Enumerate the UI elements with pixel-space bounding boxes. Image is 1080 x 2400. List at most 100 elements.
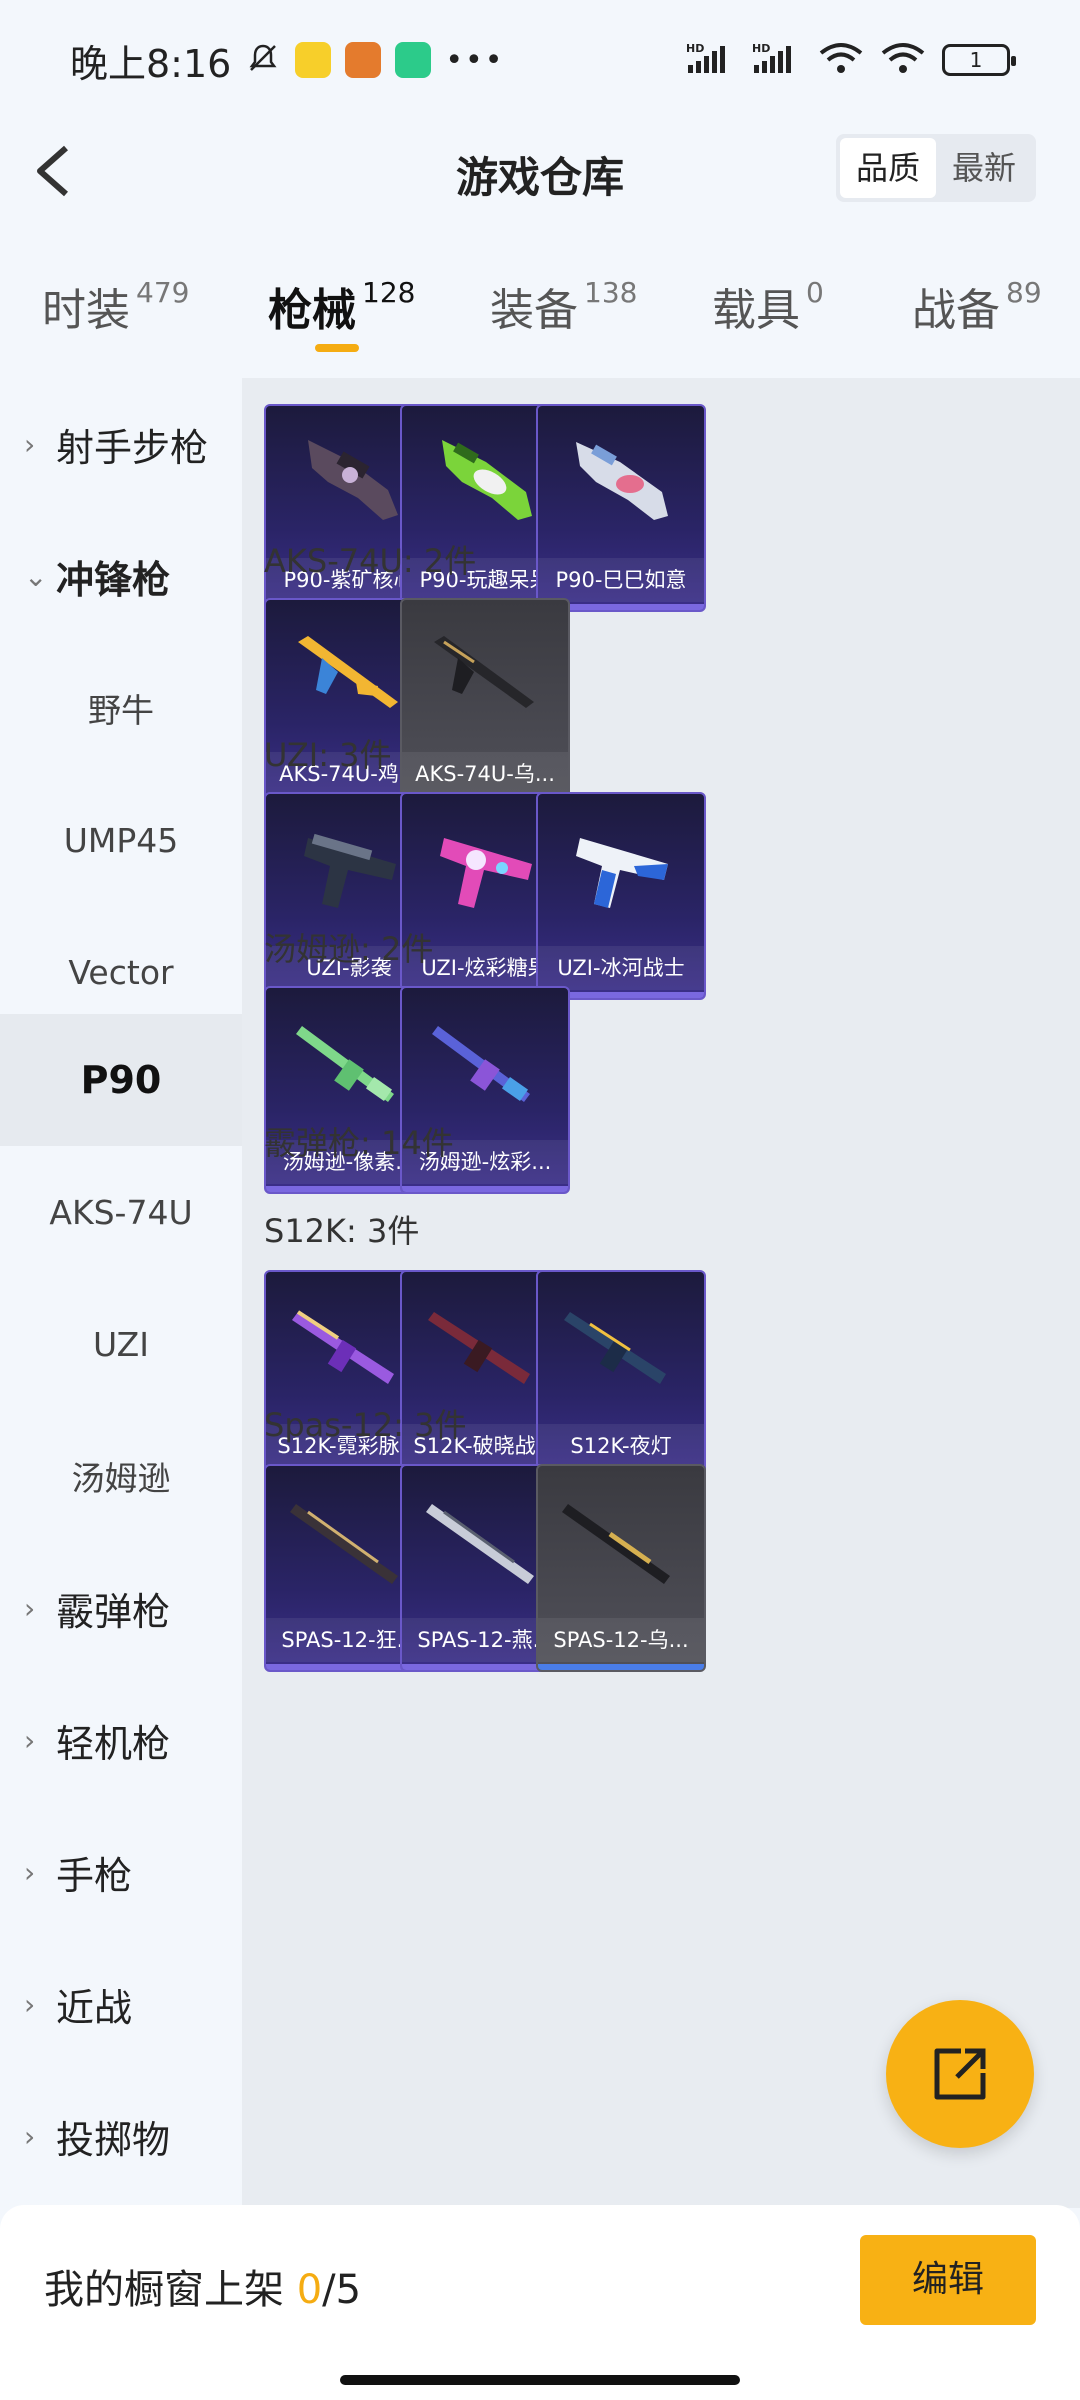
chevron-down-icon: ⌄ <box>24 559 48 593</box>
tab-count: 128 <box>362 276 416 309</box>
weapon-skin-grid: P90-紫矿核心 P90-玩趣呆呆 P90-巳巳如意 AKS-74U: 2件 A… <box>242 378 1080 2208</box>
tab-guns[interactable]: 枪械 128 <box>268 274 415 338</box>
tab-label: 战备 <box>912 285 1000 336</box>
gun-skin-image <box>562 1504 670 1584</box>
svg-text:HD: HD <box>686 42 704 55</box>
sidebar-item-lmg[interactable]: › 轻机枪 <box>0 1674 242 1806</box>
app-notification-icon <box>295 42 332 78</box>
sidebar-item-label: 投掷物 <box>56 2117 171 2162</box>
app-notification-icon <box>345 42 382 78</box>
skin-name: AKS-74U-乌... <box>402 752 568 796</box>
share-icon <box>934 2048 986 2100</box>
tab-count: 479 <box>136 276 190 309</box>
chevron-right-icon: › <box>24 427 36 461</box>
sidebar-item-label: P90 <box>80 1058 162 1102</box>
section-title: AKS-74U: 2件 <box>264 542 477 580</box>
gun-skin-image <box>564 1312 666 1384</box>
tab-count: 138 <box>584 276 638 309</box>
section-title: UZI: 3件 <box>264 736 392 774</box>
section-title: 汤姆逊: 2件 <box>264 930 434 968</box>
skin-card[interactable]: SPAS-12-乌... <box>536 1464 706 1672</box>
sort-toggle: 品质 最新 <box>835 134 1036 202</box>
skin-name: S12K-夜灯 <box>538 1424 704 1468</box>
gun-skin-image <box>434 636 534 708</box>
sort-quality-button[interactable]: 品质 <box>839 138 936 198</box>
signal-icon: HD <box>686 41 736 79</box>
skin-name: SPAS-12-乌... <box>538 1618 704 1662</box>
sidebar-subitem-ump45[interactable]: UMP45 <box>0 774 242 906</box>
sidebar-item-shotgun[interactable]: › 霰弹枪 <box>0 1542 242 1674</box>
bottom-bar: 我的橱窗上架 0/5 编辑 <box>0 2205 1080 2400</box>
tab-label: 装备 <box>490 285 578 336</box>
chevron-right-icon: › <box>24 1855 36 1889</box>
gun-skin-image <box>576 838 668 908</box>
active-tab-indicator <box>315 344 359 352</box>
sidebar-subitem-p90[interactable]: P90 <box>0 1014 242 1146</box>
sidebar-subitem-bizon[interactable]: 野牛 <box>0 642 242 774</box>
edit-button[interactable]: 编辑 <box>860 2235 1036 2325</box>
sidebar-item-label: 手枪 <box>56 1853 133 1898</box>
sidebar-item-label: 射手步枪 <box>56 425 209 470</box>
sidebar-subitem-aks74u[interactable]: AKS-74U <box>0 1146 242 1278</box>
sidebar-item-smg[interactable]: ⌄ 冲锋枪 <box>0 510 242 642</box>
sidebar-subitem-thompson[interactable]: 汤姆逊 <box>0 1410 242 1542</box>
sidebar-item-label: UMP45 <box>63 820 179 860</box>
skin-name: P90-巳巳如意 <box>538 558 704 602</box>
sidebar-item-marksman-rifle[interactable]: › 射手步枪 <box>0 378 242 510</box>
shield-app-icon <box>395 42 432 78</box>
gun-skin-image <box>576 442 668 520</box>
tab-count: 89 <box>1006 276 1042 309</box>
sidebar-subitem-uzi[interactable]: UZI <box>0 1278 242 1410</box>
tab-label: 枪械 <box>268 285 356 336</box>
skin-card[interactable]: P90-巳巳如意 <box>536 404 706 612</box>
sidebar-item-label: AKS-74U <box>49 1192 193 1232</box>
tab-outfits[interactable]: 时装 479 <box>42 274 189 338</box>
showcase-label: 我的橱窗上架 <box>44 2267 297 2313</box>
mute-icon <box>245 40 281 80</box>
chevron-right-icon: › <box>24 1723 36 1757</box>
section-title: S12K: 3件 <box>264 1212 420 1250</box>
home-indicator[interactable] <box>340 2375 740 2385</box>
chevron-right-icon: › <box>24 2119 36 2153</box>
more-notifications-icon: ••• <box>445 42 505 78</box>
tab-vehicles[interactable]: 载具 0 <box>712 274 824 338</box>
tab-label: 载具 <box>712 285 800 336</box>
sidebar-item-label: 汤姆逊 <box>71 1459 171 1498</box>
sidebar-item-label: 轻机枪 <box>56 1721 171 1766</box>
skin-card[interactable]: AKS-74U-乌... <box>400 598 570 806</box>
tab-equipment[interactable]: 装备 138 <box>490 274 637 338</box>
skin-card[interactable]: S12K-夜灯 <box>536 1270 706 1478</box>
header: 游戏仓库 品质 最新 <box>0 120 1080 220</box>
sidebar-item-label: 冲锋枪 <box>56 557 171 602</box>
status-bar: 晚上8:16 ••• HD HD 1 <box>0 0 1080 120</box>
wifi-icon <box>880 41 926 79</box>
showcase-total: /5 <box>322 2267 362 2313</box>
weapon-sidebar: › 射手步枪 ⌄ 冲锋枪 野牛 UMP45 Vector P90 AKS-74U… <box>0 378 242 2198</box>
section-title: 霰弹枪: 14件 <box>264 1124 454 1162</box>
showcase-status: 我的橱窗上架 0/5 <box>44 2257 361 2315</box>
sort-newest-button[interactable]: 最新 <box>936 138 1032 198</box>
section-title: Spas-12: 3件 <box>264 1406 467 1444</box>
category-tabs: 时装 479 枪械 128 装备 138 载具 0 战备 89 <box>0 258 1080 358</box>
sidebar-item-label: UZI <box>93 1324 149 1364</box>
chevron-right-icon: › <box>24 1591 36 1625</box>
status-time: 晚上8:16 <box>70 41 232 86</box>
sidebar-item-label: 近战 <box>56 1985 133 2030</box>
chevron-right-icon: › <box>24 1987 36 2021</box>
skin-name: UZI-冰河战士 <box>538 946 704 990</box>
sidebar-item-pistol[interactable]: › 手枪 <box>0 1806 242 1938</box>
share-fab-button[interactable] <box>886 2000 1034 2148</box>
tab-label: 时装 <box>42 285 130 336</box>
skin-card[interactable]: UZI-冰河战士 <box>536 792 706 1000</box>
showcase-count: 0 <box>296 2267 323 2313</box>
sidebar-item-melee[interactable]: › 近战 <box>0 1938 242 2070</box>
gun-skin-image <box>432 1026 530 1102</box>
tab-combat-gear[interactable]: 战备 89 <box>912 274 1042 338</box>
battery-icon: 1 <box>942 44 1016 76</box>
tab-count: 0 <box>806 276 824 309</box>
sidebar-item-label: 野牛 <box>88 691 154 730</box>
sidebar-item-throwable[interactable]: › 投掷物 <box>0 2070 242 2202</box>
signal-icon: HD <box>752 41 802 79</box>
sidebar-item-label: 霰弹枪 <box>56 1589 171 1634</box>
svg-text:HD: HD <box>752 42 770 55</box>
